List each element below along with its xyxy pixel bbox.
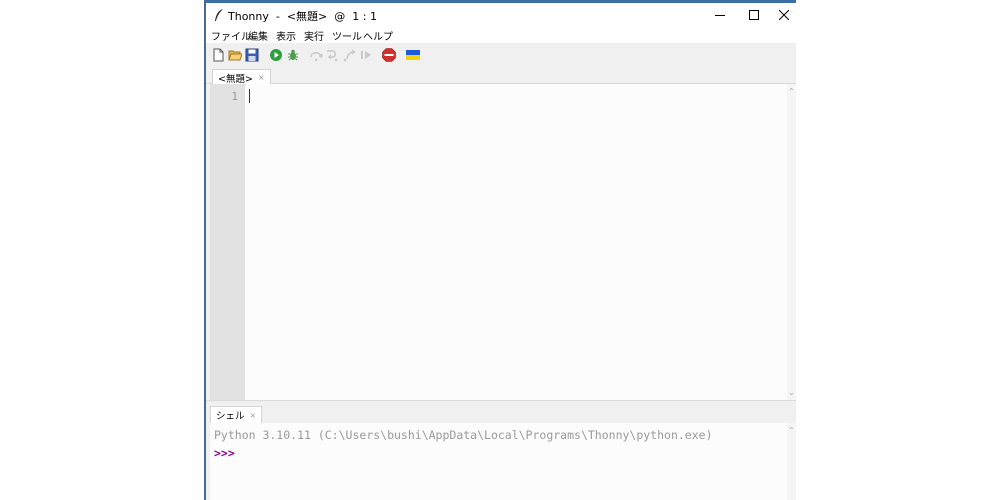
text-caret — [249, 89, 250, 103]
shell-tab-close-icon[interactable]: × — [250, 411, 257, 420]
shell-panel: Python 3.10.11 (C:\Users\bushi\AppData\L… — [206, 423, 796, 500]
thonny-feather-icon — [215, 9, 223, 21]
editor-vertical-scrollbar[interactable]: ⌃ ⌄ — [787, 84, 796, 400]
step-over-icon — [310, 51, 323, 62]
menu-edit[interactable]: 編集 — [248, 28, 268, 43]
thonny-window: Thonny - <無題> @ 1 : 1 ファイル 編集 表示 実行 ツール … — [206, 3, 796, 500]
code-editor: 1 ⌃ ⌄ — [206, 84, 796, 400]
menu-tools[interactable]: ツール — [332, 28, 362, 43]
toolbar — [206, 43, 796, 67]
tab-shell[interactable]: シェル × — [210, 406, 263, 423]
minimize-icon — [715, 15, 725, 16]
close-button[interactable] — [771, 3, 796, 27]
ukraine-flag-icon[interactable] — [406, 48, 420, 62]
shell-vertical-scrollbar[interactable]: ⌃ — [787, 423, 796, 500]
maximize-button[interactable] — [737, 3, 771, 27]
title-bar[interactable]: Thonny - <無題> @ 1 : 1 — [206, 3, 796, 27]
line-number-gutter: 1 — [210, 84, 245, 400]
new-file-icon[interactable] — [211, 48, 225, 62]
step-into-icon — [327, 50, 338, 62]
stop-icon[interactable] — [382, 48, 396, 62]
resume-icon — [361, 51, 371, 59]
menu-run[interactable]: 実行 — [304, 28, 324, 43]
scroll-down-icon[interactable]: ⌄ — [787, 388, 796, 397]
shell-text-area[interactable]: Python 3.10.11 (C:\Users\bushi\AppData\L… — [210, 423, 787, 500]
code-text-area[interactable] — [245, 84, 787, 400]
maximize-icon — [749, 10, 759, 20]
editor-tab-bar: <無題> × — [206, 67, 796, 85]
run-icon[interactable] — [269, 48, 283, 62]
window-title: Thonny - <無題> @ 1 : 1 — [228, 10, 377, 23]
shell-tab-label: シェル — [216, 411, 245, 422]
shell-tab-bar: シェル × — [206, 400, 796, 423]
shell-prompt: >>> — [214, 446, 235, 460]
menu-file[interactable]: ファイル — [211, 28, 251, 43]
menu-bar: ファイル 編集 表示 実行 ツール ヘルプ — [206, 27, 796, 43]
close-icon — [778, 10, 789, 20]
shell-scroll-up-icon[interactable]: ⌃ — [787, 426, 796, 435]
open-folder-icon[interactable] — [228, 48, 242, 62]
menu-help[interactable]: ヘルプ — [363, 28, 393, 43]
minimize-button[interactable] — [703, 3, 737, 27]
tab-untitled[interactable]: <無題> × — [212, 69, 271, 85]
tab-close-icon[interactable]: × — [258, 73, 265, 82]
step-out-icon — [343, 49, 356, 62]
line-number: 1 — [231, 90, 238, 103]
scroll-up-icon[interactable]: ⌃ — [787, 87, 796, 96]
debug-icon[interactable] — [286, 48, 300, 62]
tab-label: <無題> — [218, 73, 253, 85]
save-icon[interactable] — [245, 48, 259, 62]
menu-view[interactable]: 表示 — [276, 28, 296, 43]
python-version-banner: Python 3.10.11 (C:\Users\bushi\AppData\L… — [214, 428, 713, 442]
